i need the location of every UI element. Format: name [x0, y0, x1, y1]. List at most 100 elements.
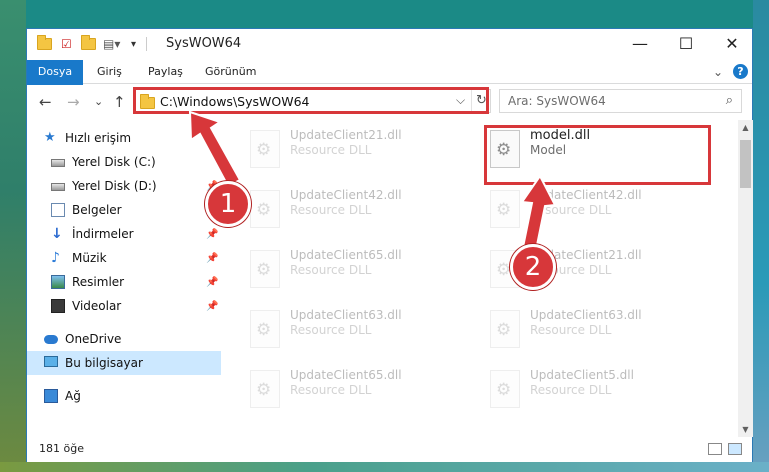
file-item[interactable]: UpdateClient42.dll Resource DLL — [482, 182, 712, 232]
computer-icon — [44, 356, 58, 367]
address-bar-highlight — [133, 87, 489, 114]
file-name: UpdateClient63.dll — [530, 308, 642, 322]
file-type: Resource DLL — [290, 383, 372, 397]
nav-item-downloads[interactable]: ↓ İndirmeler 📌 — [27, 222, 221, 246]
file-item[interactable]: UpdateClient65.dll Resource DLL — [242, 362, 472, 412]
file-name: UpdateClient65.dll — [290, 248, 402, 262]
file-name: UpdateClient21.dll — [290, 128, 402, 142]
drive-icon — [51, 159, 65, 167]
status-bar: 181 öğe — [27, 437, 752, 462]
network-icon — [44, 389, 58, 403]
nav-item-music[interactable]: ♪ Müzik 📌 — [27, 246, 221, 270]
scrollbar-thumb[interactable] — [740, 140, 751, 188]
nav-item-label: İndirmeler — [72, 227, 134, 241]
dll-file-icon — [250, 370, 280, 408]
file-item[interactable]: UpdateClient21.dll Resource DLL — [242, 122, 472, 172]
forward-button[interactable]: → — [67, 93, 80, 111]
minimize-button[interactable]: — — [617, 29, 663, 59]
file-type: Resource DLL — [290, 143, 372, 157]
nav-item-label: Belgeler — [72, 203, 122, 217]
tab-home[interactable]: Giriş — [97, 60, 122, 84]
recent-locations-button[interactable]: ⌄ — [94, 95, 103, 108]
vertical-scrollbar[interactable]: ▲ ▼ — [738, 120, 753, 437]
drive-icon — [51, 183, 65, 191]
file-type: Resource DLL — [290, 263, 372, 277]
file-item[interactable]: UpdateClient42.dll Resource DLL — [242, 182, 472, 232]
scroll-up-arrow[interactable]: ▲ — [738, 120, 753, 135]
documents-icon — [51, 203, 65, 217]
new-folder-icon[interactable] — [81, 35, 96, 52]
downloads-icon: ↓ — [51, 226, 63, 242]
pin-icon: 📌 — [206, 301, 219, 312]
star-icon: ★ — [44, 130, 56, 145]
nav-item-local-disk-c[interactable]: Yerel Disk (C:) — [27, 150, 221, 174]
nav-item-network[interactable]: Ağ — [27, 384, 221, 408]
item-count: 181 öğe — [39, 442, 84, 455]
scroll-down-arrow[interactable]: ▼ — [738, 422, 753, 437]
file-item[interactable]: UpdateClient63.dll Resource DLL — [482, 302, 712, 352]
file-type: Resource DLL — [530, 323, 612, 337]
file-item[interactable]: UpdateClient5.dll Resource DLL — [482, 362, 712, 412]
nav-item-label: Bu bilgisayar — [65, 356, 143, 370]
customize-toolbar-icon[interactable]: ▤▾ — [103, 36, 120, 52]
nav-item-videos[interactable]: Videolar 📌 — [27, 294, 221, 318]
nav-quick-access[interactable]: ★ Hızlı erişim — [27, 126, 221, 150]
model-dll-highlight — [484, 125, 711, 185]
quick-access-folder-icon[interactable] — [37, 35, 52, 52]
nav-item-documents[interactable]: Belgeler 📌 — [27, 198, 221, 222]
file-type: Resource DLL — [530, 383, 612, 397]
window-title: SysWOW64 — [166, 36, 242, 51]
close-button[interactable]: ✕ — [709, 29, 755, 59]
search-placeholder: Ara: SysWOW64 — [508, 94, 606, 108]
file-item[interactable]: UpdateClient63.dll Resource DLL — [242, 302, 472, 352]
file-name: UpdateClient42.dll — [290, 188, 402, 202]
tab-share[interactable]: Paylaş — [148, 60, 183, 84]
expand-ribbon-icon[interactable]: ⌄ — [713, 65, 723, 79]
nav-item-this-pc[interactable]: Bu bilgisayar — [27, 351, 221, 375]
nav-item-onedrive[interactable]: OneDrive — [27, 327, 221, 351]
file-type: Resource DLL — [290, 203, 372, 217]
properties-icon[interactable]: ☑ — [61, 36, 72, 52]
toolbar-dropdown-icon[interactable]: ▾ — [131, 36, 136, 52]
dll-file-icon — [250, 250, 280, 288]
dll-file-icon — [250, 130, 280, 168]
file-type: Resource DLL — [290, 323, 372, 337]
ribbon-tabs: Dosya Giriş Paylaş Görünüm ⌄ ? — [27, 60, 752, 110]
cloud-icon — [44, 335, 58, 344]
title-separator — [146, 37, 147, 51]
desktop-background-bottom — [0, 462, 769, 472]
nav-item-label: Yerel Disk (C:) — [72, 155, 156, 169]
file-name: UpdateClient5.dll — [530, 368, 634, 382]
search-icon[interactable]: ⌕ — [726, 93, 733, 108]
dll-file-icon — [250, 310, 280, 348]
music-icon: ♪ — [51, 250, 60, 266]
file-name: UpdateClient65.dll — [290, 368, 402, 382]
file-name: UpdateClient42.dll — [530, 188, 642, 202]
nav-item-local-disk-d[interactable]: Yerel Disk (D:) 📌 — [27, 174, 221, 198]
nav-item-pictures[interactable]: Resimler 📌 — [27, 270, 221, 294]
maximize-button[interactable]: ☐ — [663, 29, 709, 59]
nav-item-label: Yerel Disk (D:) — [72, 179, 157, 193]
desktop-background-right — [753, 0, 769, 472]
dll-file-icon — [490, 310, 520, 348]
search-input[interactable]: Ara: SysWOW64 ⌕ — [499, 89, 742, 113]
videos-icon — [51, 299, 65, 313]
nav-item-label: Resimler — [72, 275, 125, 289]
pin-icon: 📌 — [206, 229, 219, 240]
navigation-pane: ★ Hızlı erişim Yerel Disk (C:) Yerel Dis… — [27, 120, 221, 437]
large-icons-view-icon[interactable] — [728, 443, 742, 455]
back-button[interactable]: ← — [39, 93, 52, 111]
pin-icon: 📌 — [206, 253, 219, 264]
step-1-badge: 1 — [205, 181, 251, 227]
pin-icon: 📌 — [206, 277, 219, 288]
up-button[interactable]: ↑ — [113, 93, 126, 111]
title-bar: ☑ ▤▾ ▾ SysWOW64 — ☐ ✕ — [27, 29, 752, 59]
details-view-icon[interactable] — [708, 443, 722, 455]
pictures-icon — [51, 275, 65, 289]
file-name: UpdateClient63.dll — [290, 308, 402, 322]
help-icon[interactable]: ? — [733, 64, 748, 79]
file-type: Resource DLL — [530, 203, 612, 217]
tab-view[interactable]: Görünüm — [205, 60, 256, 84]
nav-item-label: OneDrive — [65, 332, 122, 346]
file-item[interactable]: UpdateClient65.dll Resource DLL — [242, 242, 472, 292]
